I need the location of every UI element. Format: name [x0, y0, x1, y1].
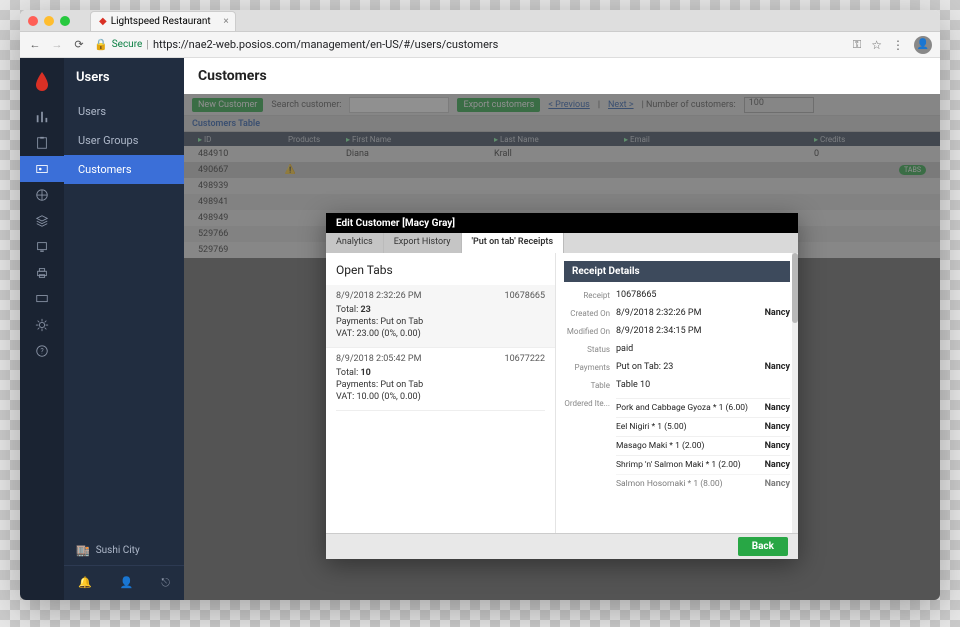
open-tabs-title: Open Tabs — [336, 261, 545, 285]
close-window-icon[interactable] — [28, 16, 38, 26]
sidebar-item-users[interactable]: Users — [64, 97, 184, 126]
ordered-items-list: Pork and Cabbage Gyoza * 1 (6.00)Nancy E… — [616, 398, 790, 493]
sidebar-narrow: ? — [20, 58, 64, 600]
page-title: Customers — [198, 68, 926, 84]
sidebar-store[interactable]: 🏬 Sushi City — [64, 536, 184, 565]
receipt-id: 10678665 — [505, 291, 545, 301]
nav-help-icon[interactable]: ? — [20, 338, 64, 364]
lightspeed-icon: ◆ — [99, 16, 107, 27]
lock-icon: 🔒 — [94, 38, 108, 51]
store-icon: 🏬 — [76, 544, 90, 557]
modal-title: Edit Customer [Macy Gray] — [326, 213, 798, 233]
ordered-item: Shrimp 'n' Salmon Maki * 1 (2.00)Nancy — [616, 455, 790, 474]
profile-avatar-icon[interactable]: 👤 — [914, 36, 932, 54]
app-root: ? Users Users User Groups Customers 🏬 Su… — [20, 58, 940, 600]
nav-analytics-icon[interactable] — [20, 104, 64, 130]
details-scrollbar-thumb[interactable] — [792, 253, 798, 323]
browser-tab-title: Lightspeed Restaurant — [111, 16, 211, 27]
addrbar-right-icons: ⚿ ☆ ⋮ 👤 — [853, 36, 932, 54]
sidebar-wide: Users Users User Groups Customers 🏬 Sush… — [64, 58, 184, 600]
back-button[interactable]: Back — [738, 537, 788, 556]
receipt-item[interactable]: 8/9/2018 2:05:42 PM10677222 Total: 10 Pa… — [336, 348, 545, 411]
notifications-icon[interactable]: 🔔 — [78, 576, 92, 590]
ordered-item: Masago Maki * 1 (2.00)Nancy — [616, 436, 790, 455]
ordered-item: Eel Nigiri * 1 (5.00)Nancy — [616, 417, 790, 436]
modal-footer: Back — [326, 533, 798, 559]
secure-label: Secure — [112, 39, 143, 50]
ordered-item: Pork and Cabbage Gyoza * 1 (6.00)Nancy — [616, 398, 790, 417]
logout-icon[interactable]: ⎋ — [161, 576, 170, 590]
sidebar-title: Users — [64, 58, 184, 97]
nav-device-icon[interactable] — [20, 234, 64, 260]
url-text: https://nae2-web.posios.com/management/e… — [153, 38, 498, 51]
nav-clipboard-icon[interactable] — [20, 130, 64, 156]
nav-display-icon[interactable] — [20, 286, 64, 312]
nav-printer-icon[interactable] — [20, 260, 64, 286]
nav-globe-icon[interactable] — [20, 182, 64, 208]
minimize-window-icon[interactable] — [44, 16, 54, 26]
back-icon[interactable]: ← — [28, 38, 42, 52]
nav-layers-icon[interactable] — [20, 208, 64, 234]
ordered-item: Salmon Hosomaki * 1 (8.00)Nancy — [616, 474, 790, 493]
receipt-details-panel: Receipt Details Receipt10678665 Created … — [556, 253, 798, 533]
nav-users-icon[interactable] — [20, 156, 64, 182]
menu-icon[interactable]: ⋮ — [892, 38, 904, 52]
modal-tabs: Analytics Export History 'Put on tab' Re… — [326, 233, 798, 253]
detail-receipt-id: 10678665 — [616, 290, 790, 300]
sidebar-bottom-icons: 🔔 👤 ⎋ — [64, 565, 184, 600]
detail-status: paid — [616, 344, 790, 354]
url-separator: | — [146, 38, 149, 51]
forward-icon[interactable]: → — [50, 38, 64, 52]
sidebar-item-user-groups[interactable]: User Groups — [64, 126, 184, 155]
maximize-window-icon[interactable] — [60, 16, 70, 26]
tab-analytics[interactable]: Analytics — [326, 233, 384, 253]
receipt-id: 10677222 — [505, 354, 545, 364]
app-logo-icon — [30, 70, 54, 94]
receipt-item[interactable]: 8/9/2018 2:32:26 PM10678665 Total: 23 Pa… — [326, 285, 555, 348]
edit-customer-modal: Edit Customer [Macy Gray] Analytics Expo… — [326, 213, 798, 559]
detail-modified-on: 8/9/2018 2:34:15 PM — [616, 326, 790, 336]
browser-tab[interactable]: ◆ Lightspeed Restaurant × — [90, 11, 236, 31]
page-header: Customers — [184, 58, 940, 94]
open-tabs-panel: Open Tabs 8/9/2018 2:32:26 PM10678665 To… — [326, 253, 556, 533]
key-icon[interactable]: ⚿ — [853, 38, 861, 52]
nav-gear-icon[interactable] — [20, 312, 64, 338]
reload-icon[interactable]: ⟳ — [72, 38, 86, 52]
tab-put-on-tab-receipts[interactable]: 'Put on tab' Receipts — [462, 233, 565, 253]
detail-created-by: Nancy — [765, 308, 790, 318]
url-box[interactable]: 🔒 Secure | https://nae2-web.posios.com/m… — [94, 38, 845, 51]
modal-body: Open Tabs 8/9/2018 2:32:26 PM10678665 To… — [326, 253, 798, 533]
bookmark-icon[interactable]: ☆ — [871, 38, 882, 52]
sidebar-item-customers[interactable]: Customers — [64, 155, 184, 184]
receipt-details-head: Receipt Details — [564, 261, 790, 282]
close-tab-icon[interactable]: × — [223, 16, 228, 27]
detail-created-on: 8/9/2018 2:32:26 PM — [616, 308, 765, 318]
address-bar: ← → ⟳ 🔒 Secure | https://nae2-web.posios… — [20, 32, 940, 58]
window-titlebar: ◆ Lightspeed Restaurant × — [20, 10, 940, 32]
browser-tabbar: ◆ Lightspeed Restaurant × — [90, 10, 236, 32]
browser-window: ◆ Lightspeed Restaurant × ← → ⟳ 🔒 Secure… — [20, 10, 940, 600]
detail-payments: Put on Tab: 23 — [616, 362, 765, 372]
account-icon[interactable]: 👤 — [120, 576, 134, 590]
receipt-time: 8/9/2018 2:32:26 PM — [336, 291, 421, 301]
receipt-time: 8/9/2018 2:05:42 PM — [336, 354, 421, 364]
svg-text:?: ? — [40, 348, 44, 356]
tab-export-history[interactable]: Export History — [384, 233, 462, 253]
detail-table: Table 10 — [616, 380, 790, 390]
store-name: Sushi City — [96, 545, 140, 556]
